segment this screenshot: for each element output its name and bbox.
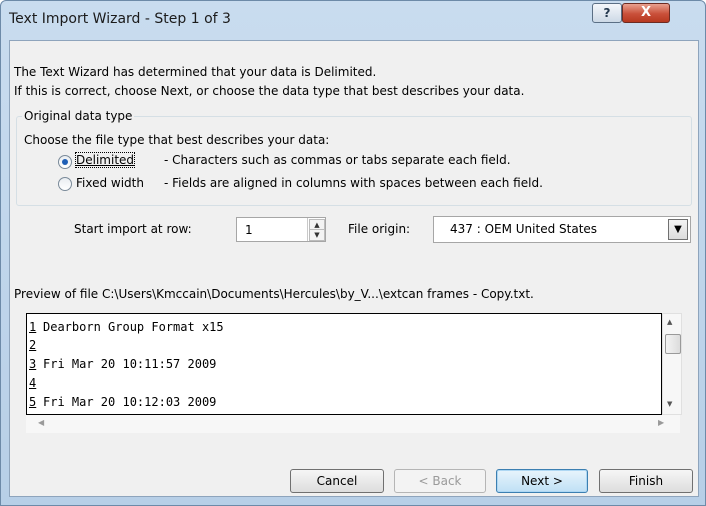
start-row-spinner[interactable]: 1 ▲ ▼ — [236, 217, 326, 242]
delimited-description: - Characters such as commas or tabs sepa… — [164, 153, 511, 167]
fixed-width-description: - Fields are aligned in columns with spa… — [164, 176, 543, 190]
dialog-title: Text Import Wizard - Step 1 of 3 — [9, 11, 231, 27]
delimited-label[interactable]: Delimited — [74, 152, 136, 168]
preview-line-number: 1 — [29, 320, 37, 334]
preview-line-number: 5 — [29, 395, 37, 409]
file-origin-select[interactable]: 437 : OEM United States ▼ — [433, 216, 691, 243]
scroll-left-icon[interactable]: ◀ — [38, 418, 44, 427]
chevron-down-icon[interactable]: ▼ — [668, 219, 688, 240]
preview-horizontal-scrollbar[interactable]: ◀ ▶ — [26, 415, 680, 433]
fixed-width-radio[interactable] — [58, 177, 72, 191]
preview-line-number: 2 — [29, 338, 37, 352]
scroll-up-icon[interactable]: ▲ — [667, 318, 672, 326]
delimited-label-text: Delimited — [76, 153, 135, 167]
next-button[interactable]: Next > — [496, 469, 588, 493]
intro-line-2: If this is correct, choose Next, or choo… — [14, 84, 525, 98]
close-button[interactable]: X — [622, 3, 670, 23]
preview-line-number: 3 — [29, 357, 37, 371]
start-row-label: Start import at row: — [74, 222, 192, 236]
file-origin-label: File origin: — [348, 222, 411, 236]
back-button[interactable]: < Back — [394, 469, 486, 493]
file-origin-value: 437 : OEM United States — [450, 222, 598, 236]
preview-line-text: Dearborn Group Format x15 — [43, 320, 224, 334]
start-row-value: 1 — [245, 223, 253, 237]
title-bar[interactable]: Text Import Wizard - Step 1 of 3 ? X — [1, 1, 705, 41]
preview-label: Preview of file C:\Users\Kmccain\Documen… — [14, 287, 534, 301]
text-import-wizard-dialog: Text Import Wizard - Step 1 of 3 ? X The… — [0, 0, 706, 506]
preview-line-text: Fri Mar 20 10:11:57 2009 — [43, 357, 217, 371]
spin-down-icon[interactable]: ▼ — [309, 229, 325, 241]
radio-selected-dot — [62, 159, 68, 165]
preview-vertical-scrollbar[interactable]: ▲ ▼ — [662, 313, 682, 415]
scroll-thumb[interactable] — [665, 334, 681, 354]
finish-button[interactable]: Finish — [599, 469, 693, 493]
preview-line-text: Fri Mar 20 10:12:03 2009 — [43, 395, 217, 409]
spinner-buttons[interactable]: ▲ ▼ — [307, 218, 325, 241]
preview-line-number: 4 — [29, 376, 37, 390]
scroll-right-icon[interactable]: ▶ — [658, 418, 664, 427]
help-button[interactable]: ? — [592, 3, 622, 23]
file-preview[interactable]: 1 Dearborn Group Format x15 2 3 Fri Mar … — [26, 313, 662, 415]
scroll-down-icon[interactable]: ▼ — [667, 400, 672, 408]
group-label: Original data type — [22, 109, 135, 123]
intro-line-1: The Text Wizard has determined that your… — [14, 65, 377, 79]
cancel-button[interactable]: Cancel — [290, 469, 384, 493]
file-type-prompt: Choose the file type that best describes… — [24, 133, 330, 147]
delimited-radio[interactable] — [58, 155, 72, 169]
fixed-width-label[interactable]: Fixed width — [76, 176, 144, 190]
dialog-body: The Text Wizard has determined that your… — [9, 40, 699, 497]
